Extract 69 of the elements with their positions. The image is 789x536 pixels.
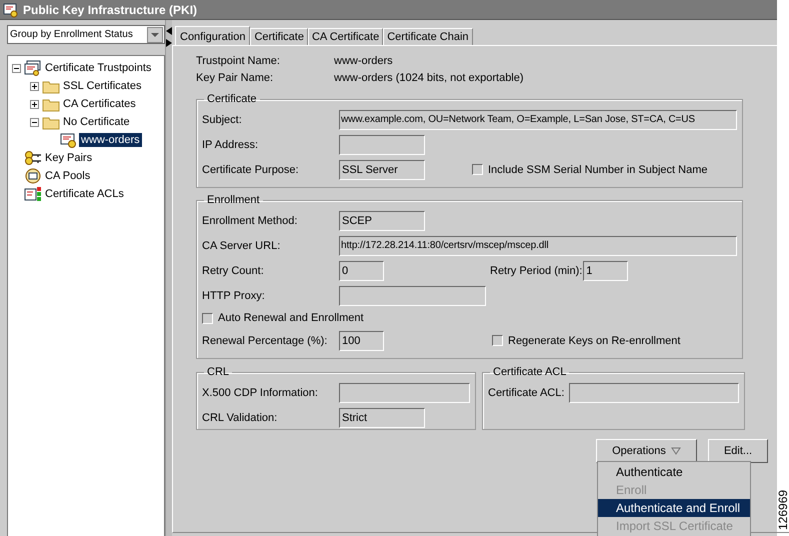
tree-item[interactable]: Certificate ACLs <box>43 187 126 201</box>
tree-item[interactable]: Key Pairs <box>43 151 94 165</box>
text-field[interactable]: SCEP <box>339 210 425 230</box>
group-title: CRL <box>206 366 230 378</box>
checkbox-label: Regenerate Keys on Re-enrollment <box>508 334 680 346</box>
tab[interactable]: CA Certificate <box>308 28 384 45</box>
text-field[interactable]: www.example.com, OU=Network Team, O=Example, L=San Jose, ST=CA, C=US <box>339 110 737 130</box>
figure-number: 126969 <box>777 488 789 530</box>
checkbox-label: Auto Renewal and Enrollment <box>218 312 364 324</box>
group-title: Certificate ACL <box>492 366 568 378</box>
text-field[interactable] <box>339 382 470 402</box>
tree-item[interactable]: SSL Certificates <box>61 79 144 93</box>
collapse-icon[interactable] <box>30 118 39 126</box>
operations-button[interactable]: Operations <box>596 439 697 463</box>
certificate-icon <box>3 2 19 18</box>
field-label: Renewal Percentage (%): <box>202 334 328 346</box>
text-field[interactable] <box>339 286 486 306</box>
window-title: Public Key Infrastructure (PKI) <box>23 2 198 16</box>
text-field[interactable]: Strict <box>339 408 425 428</box>
group-title: Certificate <box>206 93 258 105</box>
tree-item[interactable]: No Certificate <box>61 115 132 129</box>
certificate-icon <box>24 60 42 76</box>
field-label: IP Address: <box>202 138 260 150</box>
text-field[interactable]: 0 <box>339 260 384 280</box>
text-field[interactable]: SSL Server <box>339 160 425 180</box>
tree-item[interactable]: Certificate Trustpoints <box>43 61 154 75</box>
field-label: CRL Validation: <box>202 412 278 424</box>
edit-button[interactable]: Edit... <box>708 439 768 463</box>
group-title: Enrollment <box>206 194 261 206</box>
certificate-icon <box>24 168 42 184</box>
field-label: Retry Period (min): <box>490 264 582 276</box>
tab[interactable]: Certificate Chain <box>383 28 473 45</box>
tree-item[interactable]: CA Certificates <box>61 97 138 111</box>
dropdown-triangle-icon <box>670 447 681 455</box>
field-label: Retry Count: <box>202 264 265 276</box>
field-label: Certificate ACL: <box>488 386 564 398</box>
field-label: Certificate Purpose: <box>202 164 300 176</box>
tab[interactable]: Certificate <box>250 28 308 45</box>
text-field[interactable] <box>339 134 425 154</box>
collapse-icon[interactable] <box>12 64 21 72</box>
certificate-icon <box>60 132 78 148</box>
field-label: Trustpoint Name: <box>196 55 281 67</box>
tree-item[interactable]: www-orders <box>79 133 142 147</box>
checkbox[interactable] <box>492 335 503 346</box>
expand-icon[interactable] <box>30 100 39 108</box>
text-field[interactable]: 1 <box>583 260 628 280</box>
tree-item[interactable]: CA Pools <box>43 169 92 183</box>
field-label: HTTP Proxy: <box>202 290 266 302</box>
text-field[interactable] <box>569 382 740 402</box>
text-field[interactable]: http://172.28.214.11:80/certsrv/mscep/mscep.dll <box>339 236 737 256</box>
expand-icon[interactable] <box>30 82 39 90</box>
field-value: www-orders (1024 bits, not exportable) <box>334 72 525 84</box>
list-icon <box>24 186 42 202</box>
group-by-dropdown[interactable]: Group by Enrollment Status <box>7 25 165 44</box>
menu-item[interactable]: Authenticate and Enroll <box>598 499 750 517</box>
checkbox[interactable] <box>472 164 483 175</box>
field-label: Enrollment Method: <box>202 214 298 226</box>
checkbox-label: Include SSM Serial Number in Subject Name <box>488 164 708 176</box>
expand-right-icon[interactable] <box>166 39 172 47</box>
field-label: Subject: <box>202 114 243 126</box>
field-label: X.500 CDP Information: <box>202 386 319 398</box>
field-label: Key Pair Name: <box>196 72 274 84</box>
tab[interactable]: Configuration <box>175 26 250 46</box>
text-field[interactable]: 100 <box>339 330 384 350</box>
field-label: CA Server URL: <box>202 240 282 252</box>
field-value: www-orders <box>334 55 394 67</box>
menu-item[interactable]: Authenticate <box>598 463 750 481</box>
checkbox[interactable] <box>202 312 213 324</box>
key-icon <box>24 150 42 166</box>
